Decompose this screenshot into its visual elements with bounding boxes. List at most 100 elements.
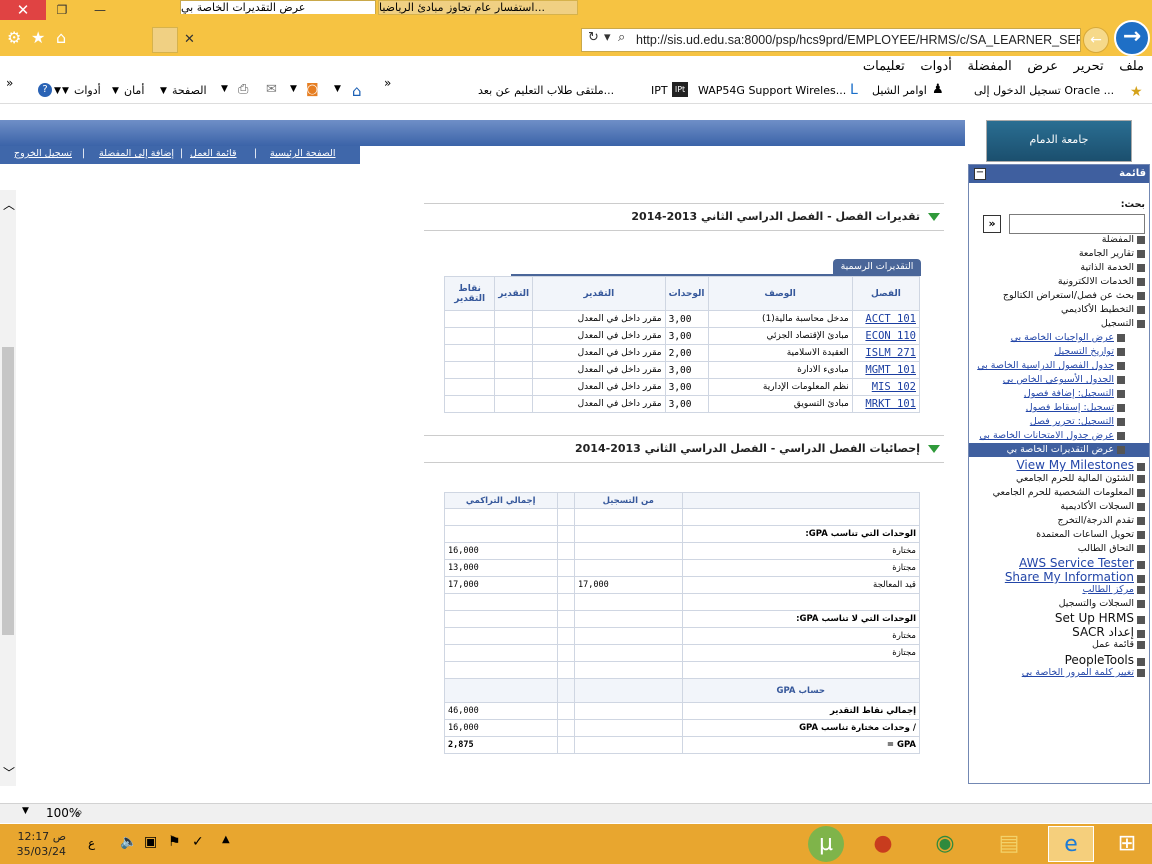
dropdown-arrow-icon[interactable]: ▾ <box>604 30 611 45</box>
show-hidden-icons-icon[interactable]: ▲ <box>222 834 230 845</box>
nav-item[interactable]: View My Milestones <box>1016 458 1145 472</box>
tab-inquiry[interactable]: استفسار عام تجاوز مبادئ الرياضيا... <box>378 0 578 15</box>
course-link[interactable]: ISLM 271 <box>865 347 916 359</box>
menu-view[interactable]: عرض <box>1027 58 1058 74</box>
nav-item[interactable]: تواريخ التسجيل <box>1054 346 1125 357</box>
nav-item[interactable]: السجلات الأكاديمية <box>1060 501 1145 512</box>
mail-icon[interactable]: ✉ <box>266 82 277 97</box>
course-link[interactable]: MIS 102 <box>872 381 916 393</box>
nav-item[interactable]: Share My Information <box>1005 570 1145 584</box>
official-grades-tab[interactable]: التقديرات الرسمية <box>833 259 921 275</box>
menu-tools[interactable]: أدوات <box>920 58 952 74</box>
menu-help[interactable]: تعليمات <box>863 58 905 74</box>
input-language[interactable]: ع <box>88 836 95 850</box>
collapse-menu-icon[interactable]: − <box>974 168 986 180</box>
new-tab-button[interactable] <box>152 27 178 53</box>
nav-item[interactable]: بحث عن فصل/استعراض الكتالوج <box>1003 290 1145 301</box>
menu-search-input[interactable] <box>1009 214 1145 234</box>
nav-item[interactable]: قائمة عمل <box>1092 639 1145 650</box>
zoom-dropdown-icon[interactable]: ▼ <box>22 806 29 816</box>
course-link[interactable]: MRKT 101 <box>865 398 916 410</box>
cmd-safety[interactable]: أمان <box>124 84 144 97</box>
nav-item[interactable]: تقدم الدرجة/التخرج <box>1057 515 1145 526</box>
utorrent-icon[interactable]: µ <box>808 826 844 862</box>
safety-dropdown-icon[interactable]: ▼ <box>112 86 119 96</box>
search-icon[interactable]: ⌕ <box>618 30 625 45</box>
menu-favorites[interactable]: المفضلة <box>968 58 1012 74</box>
more-chevron-icon[interactable]: » <box>384 76 391 90</box>
menu-file[interactable]: ملف <box>1119 58 1144 74</box>
help-icon[interactable]: ? <box>38 83 52 97</box>
course-link[interactable]: ECON 110 <box>865 330 916 342</box>
back-button[interactable]: ← <box>1083 27 1109 53</box>
favorite-shell[interactable]: اوامر الشيل <box>872 84 927 97</box>
file-explorer-icon[interactable]: ▤ <box>986 826 1032 862</box>
close-tab-icon[interactable]: ✕ <box>184 32 195 47</box>
cmd-tools[interactable]: أدوات <box>74 84 101 97</box>
nav-item[interactable]: المعلومات الشخصية للحرم الجامعي <box>993 487 1145 498</box>
favorite-forum[interactable]: ملتقى طلاب التعليم عن بعد... <box>478 84 614 97</box>
nav-item[interactable]: الشئون المالية للحرم الجامعي <box>1016 473 1145 484</box>
nav-item[interactable]: التسجيل: إضافة فصول <box>1024 388 1125 399</box>
tools-dropdown-icon[interactable]: ▼ <box>62 86 69 96</box>
grades-section-header[interactable]: تقديرات الفصل - الفصل الدراسي الثاني 201… <box>424 203 944 231</box>
start-windows-icon[interactable]: ⊞ <box>1104 826 1150 862</box>
address-bar[interactable]: http://sis.ud.edu.sa:8000/psp/hcs9prd/EM… <box>581 28 1081 52</box>
restore-window-button[interactable]: ❐ <box>48 0 76 20</box>
course-link[interactable]: MGMT 101 <box>865 364 916 376</box>
stats-section-header[interactable]: إحصائيات الفصل الدراسي - الفصل الدراسي ا… <box>424 435 944 463</box>
course-link[interactable]: ACCT 101 <box>865 313 916 325</box>
cmd-home-icon[interactable]: ⌂ <box>352 82 362 100</box>
search-go-icon[interactable]: » <box>983 215 1001 233</box>
firefox-icon[interactable]: ● <box>860 826 906 862</box>
nav-item[interactable]: التحاق الطالب <box>1078 543 1145 554</box>
nav-item[interactable]: تقارير الجامعة <box>1079 248 1145 259</box>
cmd-home-dropdown-icon[interactable]: ▼ <box>334 84 341 94</box>
refresh-icon[interactable]: ↻ <box>588 30 599 45</box>
nav-item[interactable]: الجدول الأسبوعي الخاص بي <box>1003 374 1125 385</box>
nav-item[interactable]: إعداد SACR <box>1072 625 1145 639</box>
nav-item[interactable]: تغيير كلمة المرور الخاصة بي <box>1022 667 1145 678</box>
expand-triangle-icon[interactable] <box>928 445 940 453</box>
chrome-icon[interactable]: ◉ <box>922 826 968 862</box>
forward-button[interactable]: → <box>1114 20 1150 56</box>
nav-item[interactable]: التسجيل: تحرير فصل <box>1030 416 1125 427</box>
nav-item[interactable]: الخدمات الالكترونية <box>1058 276 1145 287</box>
tab-my-grades[interactable]: عرض التقديرات الخاصة بي <box>180 0 376 14</box>
minimize-window-button[interactable]: — <box>86 0 114 20</box>
nav-item[interactable]: جدول الفصول الدراسية الخاصة بي <box>977 360 1125 371</box>
favorite-oracle[interactable]: تسجيل الدخول إلى Oracle ... <box>974 84 1114 97</box>
home-link[interactable]: الصفحة الرئيسية <box>270 148 336 159</box>
add-to-favorites-link[interactable]: إضافة إلى المفضلة <box>99 148 174 159</box>
print-icon[interactable]: ⎙ <box>238 82 248 97</box>
scroll-down-icon[interactable]: ﹀ <box>3 764 15 781</box>
nav-item[interactable]: تسجيل: إسقاط فصول <box>1026 402 1125 413</box>
cmd-page[interactable]: الصفحة <box>172 84 207 97</box>
nav-item[interactable]: السجلات والتسجيل <box>1059 598 1145 609</box>
expand-triangle-icon[interactable] <box>928 213 940 221</box>
home-icon[interactable]: ⌂ <box>56 28 66 47</box>
nav-item[interactable]: عرض الواجبات الخاصة بي <box>1011 332 1125 343</box>
nav-item[interactable]: AWS Service Tester <box>1019 556 1145 570</box>
sync-icon[interactable]: ✓ <box>192 834 204 850</box>
favorite-ipt[interactable]: IPT <box>651 84 668 97</box>
nav-item[interactable]: مركز الطالب <box>1082 584 1145 595</box>
nav-item[interactable]: الخدمة الذاتية <box>1080 262 1145 273</box>
menu-edit[interactable]: تحرير <box>1074 58 1104 74</box>
rss-dropdown-icon[interactable]: ▼ <box>290 84 297 94</box>
nav-item[interactable]: عرض التقديرات الخاصة بي <box>1007 444 1125 455</box>
action-center-flag-icon[interactable]: ⚑ <box>168 834 181 850</box>
nav-item[interactable]: تحويل الساعات المعتمدة <box>1036 529 1145 540</box>
page-dropdown-icon[interactable]: ▼ <box>160 86 167 96</box>
rss-icon[interactable]: ◙ <box>306 82 319 97</box>
nav-item[interactable]: PeopleTools <box>1065 653 1145 667</box>
nav-item[interactable]: Set Up HRMS <box>1055 611 1145 625</box>
signout-link[interactable]: تسجيل الخروج <box>14 148 72 159</box>
worklist-link[interactable]: قائمة العمل <box>190 148 237 159</box>
help-dropdown-icon[interactable]: ▼ <box>54 86 61 96</box>
nav-item[interactable]: عرض جدول الامتحانات الخاصة بي <box>979 430 1125 441</box>
nav-item[interactable]: التخطيط الأكاديمي <box>1061 304 1145 315</box>
favorites-add-icon[interactable]: ★ <box>1130 84 1143 100</box>
print-dropdown-icon[interactable]: ▼ <box>221 84 228 94</box>
volume-icon[interactable]: 🔈 <box>120 834 137 850</box>
